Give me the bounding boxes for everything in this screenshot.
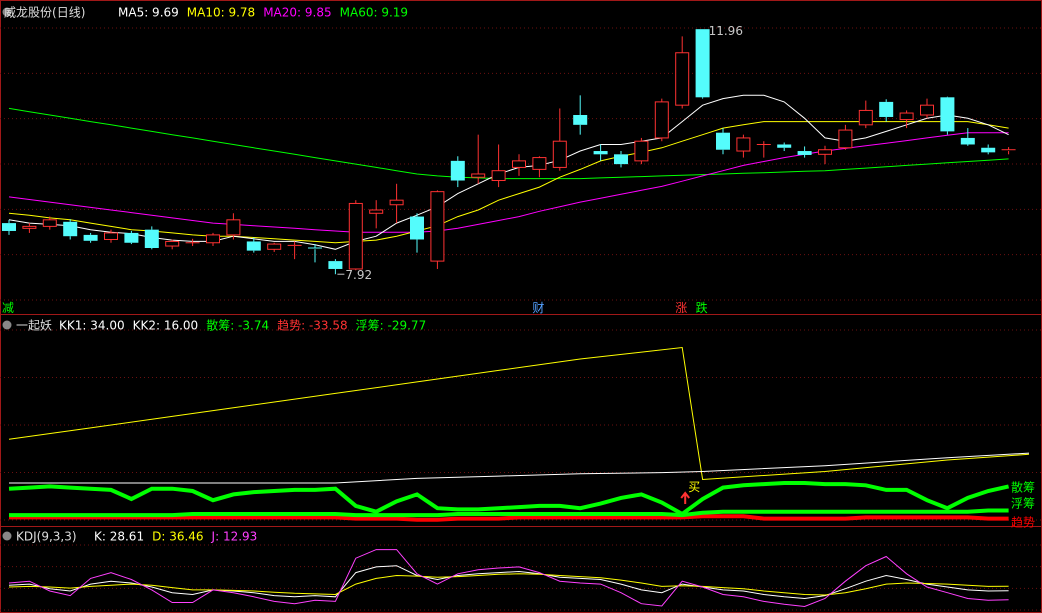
candle-body [144,229,159,248]
yiqiyao-legend: 一起妖 KK1: 34.00 KK2: 16.00 散筹: -3.74 趋势: -33… [2,318,426,333]
legend-item: MA5: 9.69 [118,6,179,20]
legend-item: D: 36.46 [152,530,203,544]
series-end-label: 趋势 [1011,516,1035,530]
candle-body [593,151,608,155]
event-marker: 减 [2,301,14,315]
candle-body [430,191,445,262]
series-end-label: 浮筹 [1011,497,1035,511]
ma10-line [8,121,1009,244]
candle-body [532,157,547,170]
candle-body [83,234,98,241]
main-price-panel[interactable] [2,29,1016,275]
fuchou-line [9,508,1009,518]
buy-arrow [680,491,690,504]
candle-body [654,101,669,139]
kdj-panel[interactable] [8,549,1009,608]
candle-body [879,101,894,117]
candle-body [716,132,730,150]
candle-body [369,209,384,214]
candle-body [63,221,78,237]
candle-body [920,104,934,116]
kdj-d-line [8,573,1009,596]
legend-item: MA20: 9.85 [263,6,331,20]
candle-body [675,52,690,106]
candle-body [552,140,567,168]
event-marker: 跌 [696,300,708,315]
candle-body [22,225,37,229]
indicator-legend: K: 28.61 D: 36.46 J: 12.93 [94,530,257,544]
candle-body [410,216,424,240]
candle-body [777,144,792,148]
candle-body [104,232,118,240]
series-end-label: 散筹 [1011,479,1035,494]
event-markers: 减 财 涨跌 [2,300,708,315]
candle-body [634,140,649,162]
candle-body [940,97,955,132]
legend-item: J: 12.93 [211,530,258,544]
candle-body [512,160,526,168]
kk2-line [9,452,1030,484]
candle-body [797,151,812,155]
candle-body [736,137,751,152]
candle-body [981,147,996,153]
candle-body [838,129,853,149]
candle-body [899,112,914,121]
candle-body [858,109,873,126]
candle-body [165,240,180,247]
legend-item: 散筹: -3.74 [206,318,269,333]
kk1-line [8,346,1030,481]
legend-item: MA60: 9.19 [340,6,408,20]
collapse-icon[interactable] [2,320,12,330]
stock-chart[interactable]: 威龙股份(日线) MA5: 9.69 MA10: 9.78 MA20: 9.85 MA… [0,0,1042,613]
candle-body [389,199,404,206]
ma-legend: MA5: 9.69 MA10: 9.78 MA20: 9.85 MA60: 9.19 [118,6,408,20]
candle-body [226,219,241,236]
candle-body [267,243,282,250]
legend-item: KK1: 34.00 [59,319,125,333]
main-legend: 威龙股份(日线) MA5: 9.69 MA10: 9.78 MA20: 9.85 MA… [2,6,408,20]
kdj-j-line [8,549,1009,608]
candle-body [491,170,506,182]
stock-title: 威龙股份(日线) [4,6,85,20]
legend-item: 浮筹: -29.77 [356,319,427,333]
legend-item: MA10: 9.78 [187,6,255,20]
buy-label: 买 [688,480,700,494]
candle-body [206,234,220,244]
low-price-label: 7.92 [345,268,372,282]
candle-body [471,173,486,178]
candle-body [695,29,710,98]
candle-body [818,149,832,155]
legend-item: 趋势: -33.58 [277,319,348,333]
event-marker: 涨 [675,300,687,315]
kdj-legend: KDJ(9,3,3) K: 28.61 D: 36.46 J: 12.93 [2,530,257,544]
legend-item: KK2: 16.00 [133,319,199,333]
legend-item: K: 28.61 [94,530,144,544]
candle-body [246,241,261,251]
candle-body [328,261,343,269]
indicator-legend: KK1: 34.00 KK2: 16.00 散筹: -3.74 趋势: -33.58 浮… [59,318,426,333]
indicator-name: KDJ(9,3,3) [16,530,77,544]
candle-body [450,160,465,181]
candle-body [573,115,588,125]
ma20-line [8,132,1009,233]
candle-body [42,219,57,227]
candle-body [2,223,16,231]
candle-body [960,137,975,145]
candle-body [614,154,628,165]
candle-body [348,202,363,270]
sanchou-line [8,481,1010,517]
indicator-name: 一起妖 [16,319,52,333]
event-marker: 财 [532,301,544,315]
chart-frame [0,0,1042,613]
high-price-label: 11.96 [709,24,743,38]
collapse-icon[interactable] [2,531,12,541]
yiqiyao-panel[interactable]: 买 散筹浮筹趋势 [8,346,1035,530]
candle-body [124,232,139,243]
